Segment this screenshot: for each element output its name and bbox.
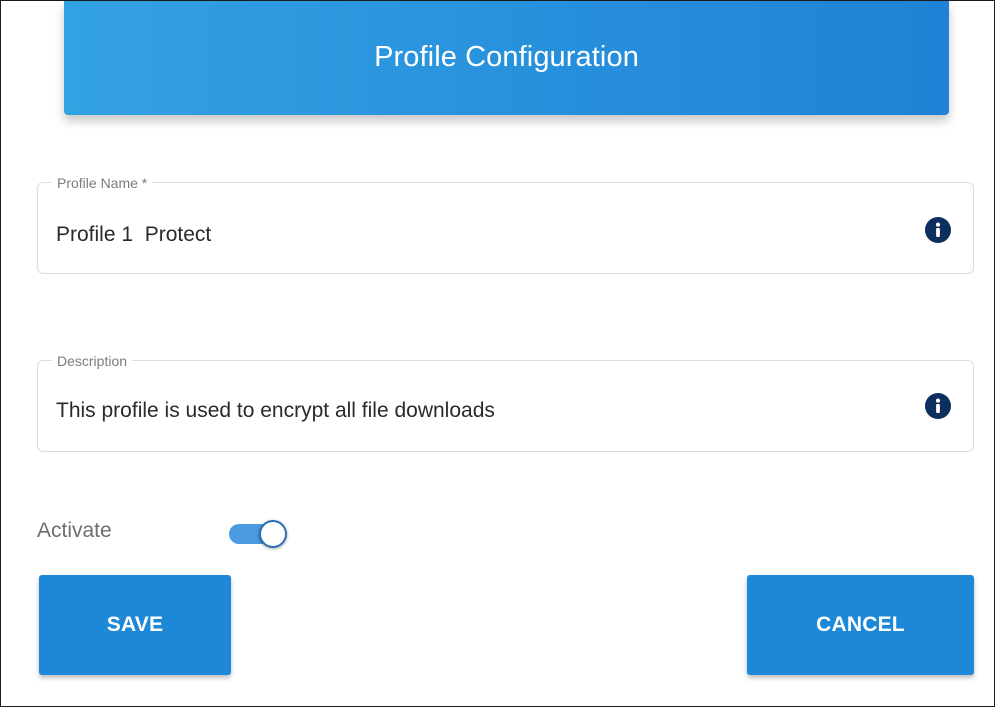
info-icon[interactable] — [925, 217, 951, 243]
description-field[interactable]: Description This profile is used to encr… — [37, 353, 974, 452]
profile-name-field[interactable]: Profile Name * Profile 1 Protect — [37, 175, 974, 274]
activate-toggle[interactable] — [229, 520, 287, 548]
save-button[interactable]: SAVE — [39, 575, 231, 675]
dialog-frame: Profile Configuration Profile Name * Pro… — [0, 0, 995, 707]
profile-name-input[interactable]: Profile 1 Protect — [56, 223, 211, 247]
toggle-knob[interactable] — [259, 520, 287, 548]
profile-name-label: Profile Name * — [52, 175, 153, 191]
info-icon[interactable] — [925, 393, 951, 419]
description-label: Description — [52, 353, 133, 369]
description-input[interactable]: This profile is used to encrypt all file… — [56, 399, 495, 423]
dialog-title: Profile Configuration — [374, 41, 639, 73]
activate-label: Activate — [37, 519, 112, 542]
cancel-button[interactable]: CANCEL — [747, 575, 974, 675]
dialog-header: Profile Configuration — [64, 1, 949, 115]
